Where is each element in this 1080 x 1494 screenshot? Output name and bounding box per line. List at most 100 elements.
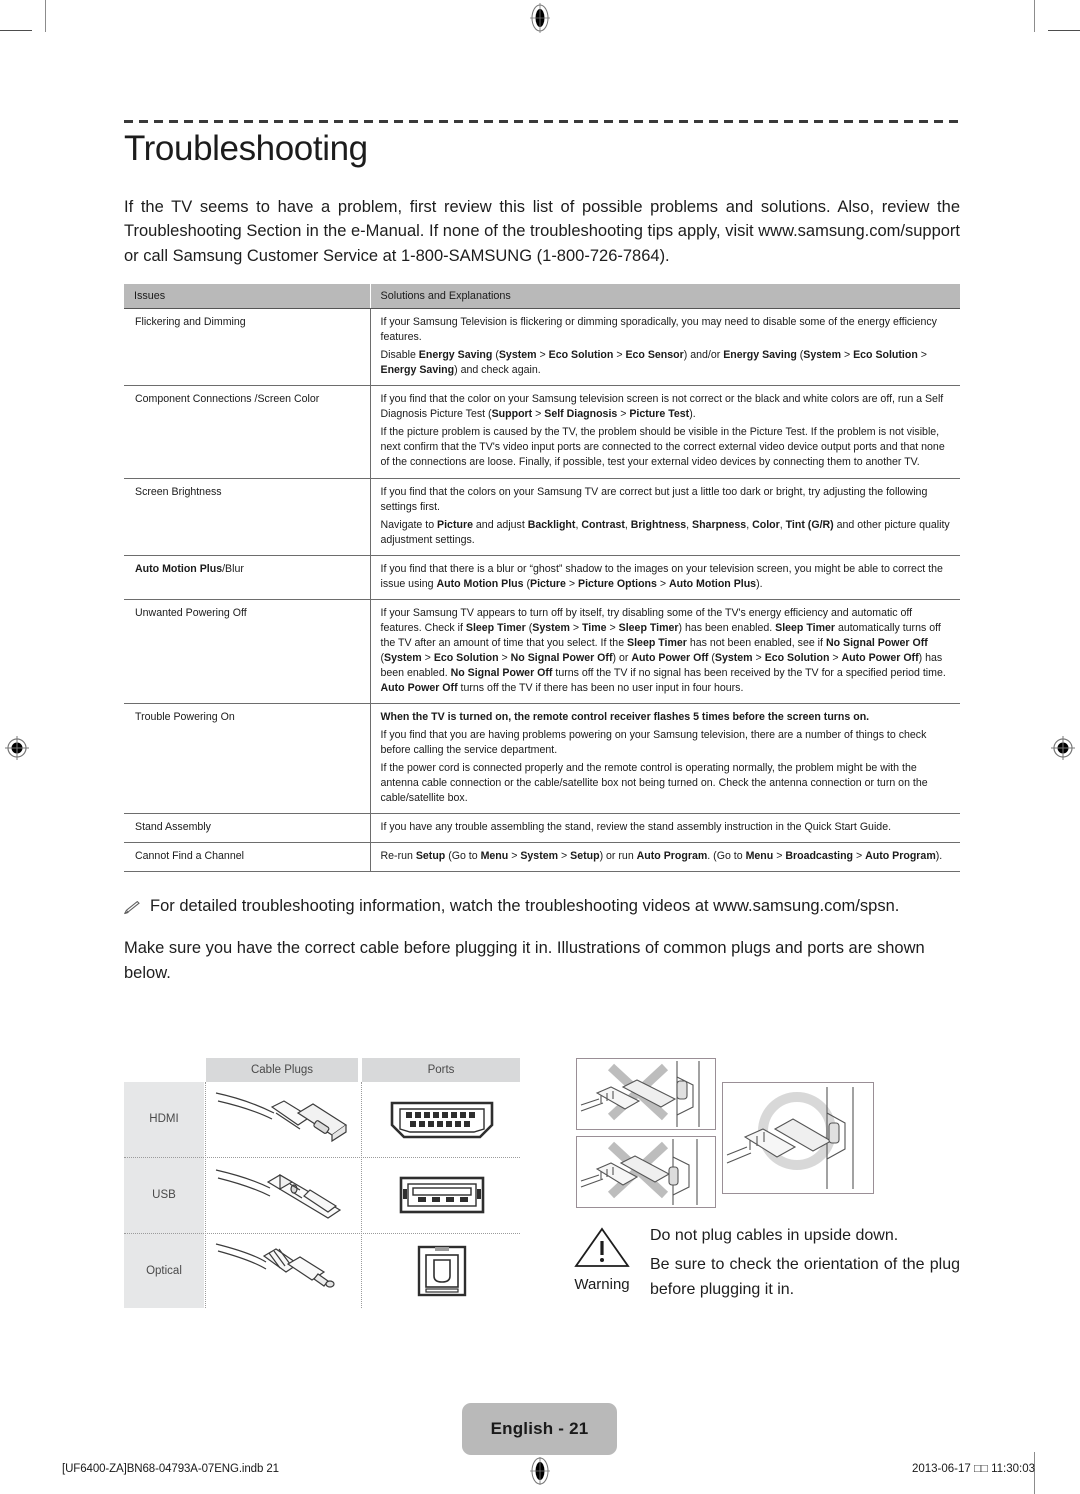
solution-paragraph: If you find that you are having problems…: [381, 728, 951, 758]
solution-text-segment: Auto Power Off: [841, 651, 919, 664]
solution-text-segment: Auto Motion Plus: [668, 577, 757, 590]
solution-text-segment: Picture Options: [578, 577, 657, 590]
solution-text-segment: Energy Saving: [723, 349, 797, 362]
solution-text-segment: >: [558, 850, 571, 863]
table-cell-issue: Flickering and Dimming: [135, 316, 246, 329]
table-row: Unwanted Powering Off If your Samsung TV …: [124, 598, 960, 704]
table-cell-issue: Unwanted Powering Off: [124, 598, 370, 704]
table-row: Cannot Find a Channel Re-run Setup (Go to…: [124, 842, 960, 872]
solution-text-segment: No Signal Power Off: [825, 636, 928, 649]
solution-text-segment: Re-run: [380, 850, 416, 863]
solution-text-segment: Broadcasting: [785, 850, 854, 863]
solution-text-segment: turns off the TV if there has been no us…: [457, 681, 744, 694]
warning-triangle-icon: [574, 1227, 630, 1267]
usb-port-illustration: [364, 1159, 520, 1231]
solution-text-segment: Eco Solution: [764, 651, 830, 664]
hdmi-port-illustration: [364, 1084, 520, 1156]
column-header-solutions: Solutions and Explanations: [369, 284, 960, 310]
solution-text-segment: ).: [935, 850, 943, 863]
solution-text-segment: >: [829, 651, 842, 664]
solution-text-segment: Energy Saving: [418, 349, 493, 362]
solution-text-segment: has not been enabled, see if: [686, 636, 826, 649]
wrong-orientation-illustration-2: [576, 1136, 716, 1208]
solution-text-segment: If you have any trouble assembling the s…: [380, 821, 892, 834]
footer-timestamp: 2013-06-17 □□ 11:30:03: [912, 1463, 1035, 1475]
solution-text-segment: If you find that the colors on your Sams…: [380, 485, 928, 513]
footer-file-reference: [UF6400-ZA]BN68-04793A-07ENG.indb 21: [62, 1463, 279, 1475]
cable-table-header-ports: Ports: [362, 1058, 520, 1082]
solution-text-segment: (Go to: [445, 850, 481, 863]
solution-text-segment: No Signal Power Off: [510, 651, 613, 664]
solution-text-segment: >: [421, 651, 434, 664]
solution-text-segment: Setup: [570, 850, 600, 863]
solution-text-segment: Tint (G/R): [785, 518, 834, 531]
solution-text-segment: ) and/or: [683, 349, 724, 362]
solution-paragraph: If you have any trouble assembling the s…: [381, 820, 951, 835]
solution-paragraph: If you find that there is a blur or “gho…: [381, 562, 951, 592]
solution-text-segment: If the picture problem is caused by the …: [380, 426, 945, 469]
table-cell-solution: If your Samsung Television is flickering…: [369, 308, 960, 386]
solution-text-segment: ) or run: [599, 850, 637, 863]
solution-text-segment: and adjust: [472, 518, 528, 531]
solution-text-segment: >: [508, 850, 521, 863]
solution-text-segment: Auto Program: [636, 850, 708, 863]
table-row: Auto Motion Plus/Blur If you find that th…: [124, 554, 960, 600]
solution-text-segment: Picture: [437, 518, 473, 531]
solution-text-segment: >: [752, 651, 765, 664]
solution-paragraph: Navigate to Picture and adjust Backlight…: [381, 518, 951, 548]
solution-text-segment: Support: [491, 408, 533, 421]
plugs-and-ports-section: Cable Plugs Ports HDMI USB Optical Warni…: [124, 1058, 960, 1308]
solution-text-segment: >: [498, 651, 511, 664]
table-cell-solution: If you find that the color on your Samsu…: [369, 385, 960, 478]
table-row: Trouble Powering On When the TV is turned…: [124, 702, 960, 814]
solution-text-segment: >: [532, 408, 545, 421]
solution-paragraph: If your Samsung TV appears to turn off b…: [381, 606, 951, 696]
page-number-badge: English - 21: [462, 1403, 617, 1455]
solution-text-segment: No Signal Power Off: [450, 666, 553, 679]
hdmi-plug-illustration: [208, 1084, 360, 1156]
solution-paragraph: If you find that the colors on your Sams…: [381, 485, 951, 515]
page-title: Troubleshooting: [124, 129, 368, 168]
troubleshooting-table-body: Flickering and Dimming If your Samsung Te…: [124, 308, 960, 872]
note-row: For detailed troubleshooting information…: [123, 894, 960, 922]
table-cell-issue: Trouble Powering On: [124, 702, 370, 814]
warning-icon-column: Warning: [554, 1224, 650, 1307]
table-cell-issue: Cannot Find a Channel: [124, 842, 370, 872]
solution-text-segment: >: [773, 850, 786, 863]
table-cell-solution: If you have any trouble assembling the s…: [369, 813, 960, 843]
solution-text-segment: Auto Program: [865, 850, 936, 863]
footer-cjk-placeholder: □□: [973, 1463, 988, 1475]
issue-text-segment: /Blur: [222, 562, 244, 575]
solution-text-segment: If you find that you are having problems…: [380, 728, 927, 756]
solution-text-segment: Self Diagnosis: [544, 408, 618, 421]
optical-plug-illustration: [208, 1235, 360, 1307]
warning-note: Warning Do not plug cables in upside dow…: [554, 1224, 960, 1307]
solution-text-segment: Eco Solution: [853, 349, 918, 362]
solution-text-segment: Sleep Timer: [775, 621, 836, 634]
solution-text-segment: >: [853, 850, 866, 863]
solution-text-segment: ) has been enabled.: [678, 621, 776, 634]
table-cell-issue: Auto Motion Plus/Blur: [124, 554, 370, 600]
solution-text-segment: System: [714, 651, 753, 664]
usb-plug-illustration: [208, 1159, 360, 1231]
plug-orientation-warning: Warning Do not plug cables in upside dow…: [554, 1056, 960, 1308]
table-header-row: Issues Solutions and Explanations: [124, 284, 960, 310]
solution-text-segment: System: [532, 621, 570, 634]
solution-paragraph: Disable Energy Saving (System > Eco Solu…: [381, 348, 951, 378]
solution-text-segment: Sleep Timer: [465, 621, 526, 634]
solution-paragraph: If the picture problem is caused by the …: [381, 425, 951, 470]
solution-paragraph: If you find that the color on your Samsu…: [381, 392, 951, 422]
solution-paragraph: When the TV is turned on, the remote con…: [381, 710, 951, 725]
cable-row-label-optical: Optical: [146, 1265, 182, 1277]
warning-text-column: Do not plug cables in upside down. Be su…: [650, 1224, 960, 1307]
solution-text-segment: Eco Solution: [548, 349, 614, 362]
solution-text-segment: Sharpness: [692, 518, 747, 531]
warning-line-1: Do not plug cables in upside down.: [650, 1227, 899, 1244]
solution-text-segment: Picture Test: [629, 408, 690, 421]
intro-paragraph: If the TV seems to have a problem, first…: [124, 198, 960, 265]
solution-text-segment: ) and check again.: [454, 364, 541, 377]
solution-text-segment: Menu: [480, 850, 509, 863]
solution-text-segment: System: [520, 850, 559, 863]
solution-text-segment: >: [613, 349, 626, 362]
solution-text-segment: System: [384, 651, 422, 664]
